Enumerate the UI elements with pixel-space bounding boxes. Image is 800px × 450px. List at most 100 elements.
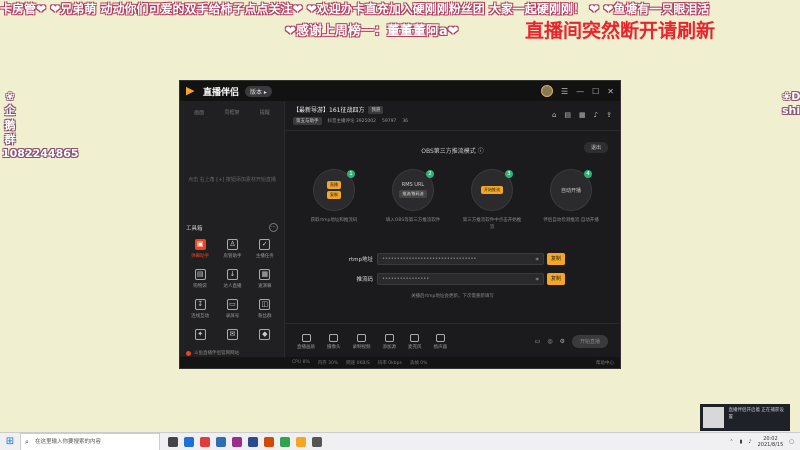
copy-key-button[interactable]: 复制 [547, 273, 565, 285]
link-icon: ↧ [194, 299, 206, 310]
start-live-button[interactable]: 开始直播 [571, 335, 608, 348]
taskbar-app-icon[interactable] [248, 436, 258, 447]
tool-fans[interactable]: ◫ 粉丝群 [249, 299, 281, 319]
settings-icon[interactable]: ⚙ [560, 338, 565, 345]
chevron-up-icon[interactable]: ⌃ [729, 439, 733, 445]
tool-game[interactable]: ◆ [249, 329, 281, 340]
windows-taskbar: ⊞ ⌕ 在这里输入你要搜索的内容 ⌃ ▮ ♪ 20:02 2021/8/15 ▢ [0, 432, 800, 450]
record-icon: ▭ [226, 299, 238, 310]
tool-room-admin[interactable]: ♙ 房管助手 [216, 239, 248, 259]
obs-mode-title: OBS第三方推流模式 ⓘ [421, 148, 484, 155]
stream-key-field[interactable]: •••••••••••••••• ◉ [377, 273, 544, 285]
exit-button[interactable]: 退出 [583, 142, 608, 153]
left-vertical-text: ❀企鹅群1082244865 [2, 90, 79, 161]
store-icon[interactable]: ▤ [564, 111, 571, 119]
eye-icon[interactable]: ◉ [536, 254, 540, 264]
mic-icon [410, 333, 420, 342]
scene-empty-hint: 点击 右上角 [+] 按钮添加素材开始直播 [188, 177, 276, 183]
tool-talent[interactable]: ↓ 达人直播 [216, 269, 248, 289]
sidebar: 画面 同框架 提醒 点击 右上角 [+] 按钮添加素材开始直播 工具箱 ⋯ ▣ 弹… [180, 101, 285, 359]
tool-chat[interactable]: ✉ [216, 329, 248, 340]
speaker-button[interactable]: 扬声器 [434, 333, 447, 350]
close-icon[interactable]: ✕ [607, 87, 614, 96]
bottom-toolbar: 直播画质 摄像头 录制视频 添加源 麦克风 扬声器 ▭ ◎ ⚙ 开始直播 [285, 323, 620, 359]
camera-icon [329, 333, 339, 342]
speaker-icon [435, 333, 445, 342]
taskbar-app-icon[interactable] [312, 436, 322, 447]
tool-record[interactable]: ▭ 录屏号 [216, 299, 248, 319]
side-tab-2[interactable]: 同框架 [224, 109, 239, 116]
task-icon: ✓ [259, 239, 271, 250]
tool-link[interactable]: ↧ 连线互动 [184, 299, 216, 319]
side-tab-3[interactable]: 提醒 [260, 109, 270, 116]
search-icon: ⌕ [25, 437, 29, 446]
version-pill[interactable]: 版本 ▸ [245, 85, 272, 97]
room-header: 【最新导游】161征战四方 我愿 第五与助手 抖音主播评论 3925002 59… [285, 101, 620, 131]
copy-rtmp-button[interactable]: 复制 [547, 253, 565, 265]
quality-button[interactable]: 直播画质 [297, 333, 315, 350]
danmaku-icon: ▣ [194, 239, 206, 250]
refresh-notice: 直播间突然断开请刷新 [525, 20, 716, 42]
taskbar-app-icon[interactable] [216, 436, 226, 447]
add-source-button[interactable]: 添加源 [383, 333, 396, 350]
taskbar-app-icon[interactable] [200, 436, 210, 447]
taskbar-app-icon[interactable] [168, 436, 178, 447]
chat-icon: ✉ [226, 329, 238, 340]
taskbar-app-icon[interactable] [184, 436, 194, 447]
window-icon[interactable]: ▭ [535, 338, 541, 345]
room-title[interactable]: 【最新导游】161征战四方 [293, 105, 364, 114]
calendar-icon[interactable]: ▦ [579, 111, 586, 119]
step-1-pill-a: 直播 [327, 181, 341, 189]
add-icon [384, 333, 394, 342]
step-1: 1 直播 复制 获取rtmp地址和推流码 [310, 169, 358, 223]
webcam-thumbnail [703, 407, 725, 428]
maximize-icon[interactable]: ☐ [592, 87, 599, 96]
webcam-notification[interactable]: 直播伴侣开启着 正在捕获设置 [700, 404, 790, 431]
room-category[interactable]: 第五与助手 [293, 117, 322, 125]
tool-speed[interactable]: ▦ 速演嘛 [249, 269, 281, 289]
record-button[interactable]: 录制视频 [353, 333, 371, 350]
tool-shopping[interactable]: ▤ 购物袋 [184, 269, 216, 289]
help-icon[interactable]: ⓘ [478, 148, 484, 155]
side-tab-1[interactable]: 画面 [194, 109, 204, 116]
volume-icon[interactable]: ♪ [748, 439, 751, 445]
key-label: 推流码 [356, 277, 373, 283]
taskbar-app-icon[interactable] [264, 436, 274, 447]
taskbar-search[interactable]: ⌕ 在这里输入你要搜索的内容 [20, 432, 160, 450]
gift-box-icon[interactable]: ⌂ [552, 111, 556, 119]
camera-button[interactable]: 摄像头 [327, 333, 341, 350]
notification-icon[interactable]: ▢ [789, 439, 794, 445]
gift-icon: ✦ [194, 329, 206, 340]
tool-danmaku[interactable]: ▣ 弹幕助手 [184, 239, 216, 259]
room-stat-2: 59797 [381, 118, 397, 124]
screen-icon [301, 333, 311, 342]
taskbar-app-icon[interactable] [232, 436, 242, 447]
clock[interactable]: 20:02 2021/8/15 [758, 436, 784, 448]
avatar[interactable] [540, 85, 553, 97]
step-4: 4 自动开播 伴侣自动检测推流 自动开播 [543, 169, 599, 223]
film-icon: ▦ [259, 269, 271, 280]
minimize-icon[interactable]: — [576, 87, 584, 96]
windows-start-icon[interactable]: ⊞ [0, 433, 20, 450]
taskbar-app-icon[interactable] [280, 436, 290, 447]
taskbar-app-icon[interactable] [296, 436, 306, 447]
room-tag[interactable]: 我愿 [368, 105, 384, 114]
eye-icon[interactable]: ◉ [536, 274, 540, 284]
right-vertical-text: ❀Dying-shizi666 [782, 90, 800, 118]
mic-button[interactable]: 麦克风 [408, 333, 422, 350]
bell-icon[interactable]: ♪ [594, 111, 598, 119]
system-tray: ⌃ ▮ ♪ 20:02 2021/8/15 ▢ [729, 436, 800, 448]
record-video-icon [357, 333, 366, 342]
room-stat-1: 抖音主播评论 3925002 [327, 119, 376, 124]
menu-icon[interactable]: ☰ [561, 87, 568, 96]
tools-grid: ▣ 弹幕助手 ♙ 房管助手 ✓ 主播任务 ▤ 购物袋 ↓ 达人直播 ▦ 速演嘛 ↧ 连线互动 … [184, 239, 281, 340]
tool-tasks[interactable]: ✓ 主播任务 [249, 239, 281, 259]
tool-gift[interactable]: ✦ [184, 329, 216, 340]
eye-toggle-icon[interactable]: ◎ [547, 338, 552, 345]
rtmp-field[interactable]: •••••••••••••••••••••••••••••••• ◉ [377, 253, 544, 265]
bag-icon: ▤ [194, 269, 206, 280]
help-center-link[interactable]: 帮助中心 [596, 360, 614, 366]
share-icon[interactable]: ⇪ [606, 111, 612, 119]
network-icon[interactable]: ▮ [740, 439, 743, 445]
more-icon[interactable]: ⋯ [269, 223, 278, 232]
